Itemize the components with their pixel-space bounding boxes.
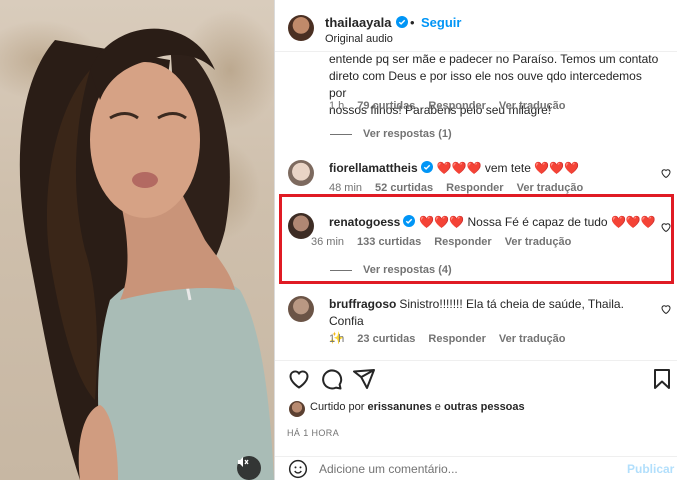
commenter-username[interactable]: bruffragoso [329,297,396,311]
add-comment-bar: Publicar [275,456,677,480]
video-frame [19,28,274,480]
comment-likes[interactable]: 52 curtidas [375,182,433,194]
post-actions: Curtido por erissanunes e outras pessoas… [275,360,677,480]
publish-button[interactable]: Publicar [627,462,674,476]
comments-list[interactable]: entende pq ser mãe e padecer no Paraíso.… [275,52,677,360]
liked-by-avatar[interactable] [289,401,305,417]
liked-by-text: Curtido por erissanunes e outras pessoas [310,401,525,413]
comment-likes[interactable]: 23 curtidas [357,333,415,345]
emoji-icon[interactable] [288,459,308,479]
comment-text-line: direto com Deus e por isso ele nos ouve … [329,69,642,100]
liked-by-prefix: Curtido por [310,401,365,413]
comment-body: ❤️❤️❤️ vem tete ❤️❤️❤️ [436,161,580,175]
comment-text: fiorellamattheis ❤️❤️❤️ vem tete ❤️❤️❤️ [329,160,579,177]
comment-time[interactable]: 1 h [329,100,344,112]
audio-label[interactable]: Original audio [325,33,393,45]
post-timestamp[interactable]: HÁ 1 HORA [287,428,339,438]
comment-meta: 1 h 23 curtidas Responder Ver tradução [329,333,579,345]
follow-button[interactable]: Seguir [421,15,461,30]
mute-icon [238,457,249,467]
reply-button[interactable]: Responder [428,333,485,345]
reply-button[interactable]: Responder [446,182,503,194]
reply-button[interactable]: Responder [428,100,485,112]
like-comment-heart-icon[interactable] [660,303,672,315]
commenter-avatar[interactable] [288,160,314,186]
post-video[interactable] [0,0,274,480]
highlight-box [279,194,674,284]
commenter-username[interactable]: fiorellamattheis [329,161,418,175]
post-panel: thailaayala • Seguir Original audio ente… [275,0,677,480]
comment-time[interactable]: 1 h [329,333,344,345]
liked-by-others[interactable]: outras pessoas [444,401,525,413]
share-icon[interactable] [352,367,376,391]
post-header: thailaayala • Seguir Original audio [275,0,677,52]
translate-button[interactable]: Ver tradução [499,100,566,112]
heart-icon[interactable] [287,367,311,391]
comment-likes[interactable]: 79 curtidas [357,100,415,112]
comment-icon[interactable] [319,367,343,391]
translate-button[interactable]: Ver tradução [499,333,566,345]
comment-meta: 48 min 52 curtidas Responder Ver tradução [329,182,596,194]
comment-text-line: entende pq ser mãe e padecer no Paraíso.… [329,52,659,66]
add-comment-input[interactable] [319,462,619,476]
mute-button[interactable] [237,456,261,480]
verified-badge-icon [395,16,408,28]
view-replies-button[interactable]: Ver respostas (1) [330,128,452,140]
commenter-avatar[interactable] [288,296,314,322]
comment-time[interactable]: 48 min [329,182,362,194]
translate-button[interactable]: Ver tradução [517,182,584,194]
header-separator: • [410,15,415,30]
liked-by-user[interactable]: erissanunes [367,401,431,413]
comment-meta: 1 h 79 curtidas Responder Ver tradução [329,100,579,112]
bookmark-icon[interactable] [650,367,674,391]
verified-badge-icon [420,161,433,173]
liked-by-suffix: e [434,401,441,413]
author-username-row[interactable]: thailaayala [325,15,408,30]
author-avatar[interactable] [288,15,314,41]
like-comment-heart-icon[interactable] [660,167,672,179]
author-username[interactable]: thailaayala [325,15,392,30]
